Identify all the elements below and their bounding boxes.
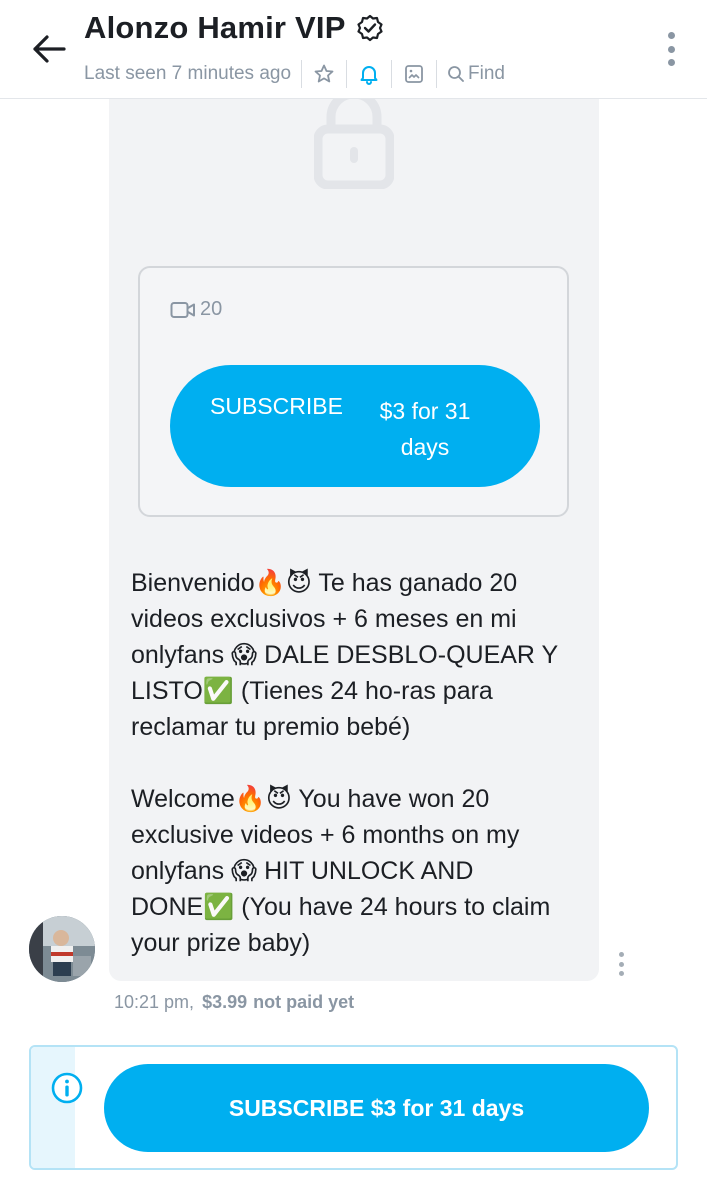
subscribe-button[interactable]: SUBSCRIBE $3 for 31 days	[170, 365, 540, 487]
subscribe-banner: SUBSCRIBE $3 for 31 days	[29, 1045, 678, 1170]
banner-accent-strip	[31, 1047, 75, 1168]
divider	[301, 60, 303, 88]
video-count-value: 20	[200, 298, 223, 320]
message-meta: 10:21 pm, $3.99 not paid yet	[114, 992, 354, 1013]
video-count: 20	[170, 298, 222, 321]
image-icon[interactable]	[402, 62, 426, 86]
chat-title-row[interactable]: Alonzo Hamir VIP	[84, 10, 384, 46]
info-icon	[51, 1072, 83, 1104]
back-arrow-icon[interactable]	[28, 28, 70, 70]
find-label: Find	[468, 63, 505, 84]
subscribe-banner-button[interactable]: SUBSCRIBE $3 for 31 days	[104, 1064, 649, 1152]
message-time: 10:21 pm,	[114, 992, 195, 1012]
search-icon	[448, 66, 464, 82]
chat-header: Alonzo Hamir VIP Last seen 7 minutes ago…	[0, 0, 707, 99]
divider	[436, 60, 438, 88]
divider	[391, 60, 393, 88]
message-price-status: not paid yet	[253, 992, 355, 1012]
divider	[346, 60, 348, 88]
message-text-en: Welcome🔥😈 You have won 20 exclusive vide…	[131, 785, 558, 957]
more-vertical-icon[interactable]	[665, 32, 677, 66]
avatar[interactable]	[29, 916, 95, 982]
find-button[interactable]: Find	[447, 63, 505, 85]
last-seen-status: Last seen 7 minutes ago	[84, 63, 292, 84]
subscribe-price: $3 for 31 days	[379, 398, 471, 460]
message-options-icon[interactable]	[617, 952, 625, 976]
paid-media-card: 20 SUBSCRIBE $3 for 31 days	[138, 266, 569, 517]
subscribe-label: SUBSCRIBE	[210, 393, 343, 419]
bell-icon[interactable]	[357, 62, 381, 86]
video-camera-icon	[170, 301, 195, 318]
chat-title[interactable]: Alonzo Hamir VIP	[84, 10, 346, 46]
locked-media-preview[interactable]: 20 SUBSCRIBE $3 for 31 days	[109, 99, 599, 547]
verified-badge-icon	[356, 14, 384, 42]
message-text-es: Bienvenido🔥😈 Te has ganado 20 videos exc…	[131, 569, 565, 741]
chat-subheader: Last seen 7 minutes ago Find	[84, 60, 505, 88]
lock-icon	[314, 99, 394, 189]
message-price: $3.99	[202, 992, 248, 1012]
star-icon[interactable]	[312, 62, 336, 86]
message-text-bubble: Bienvenido🔥😈 Te has ganado 20 videos exc…	[109, 547, 599, 981]
